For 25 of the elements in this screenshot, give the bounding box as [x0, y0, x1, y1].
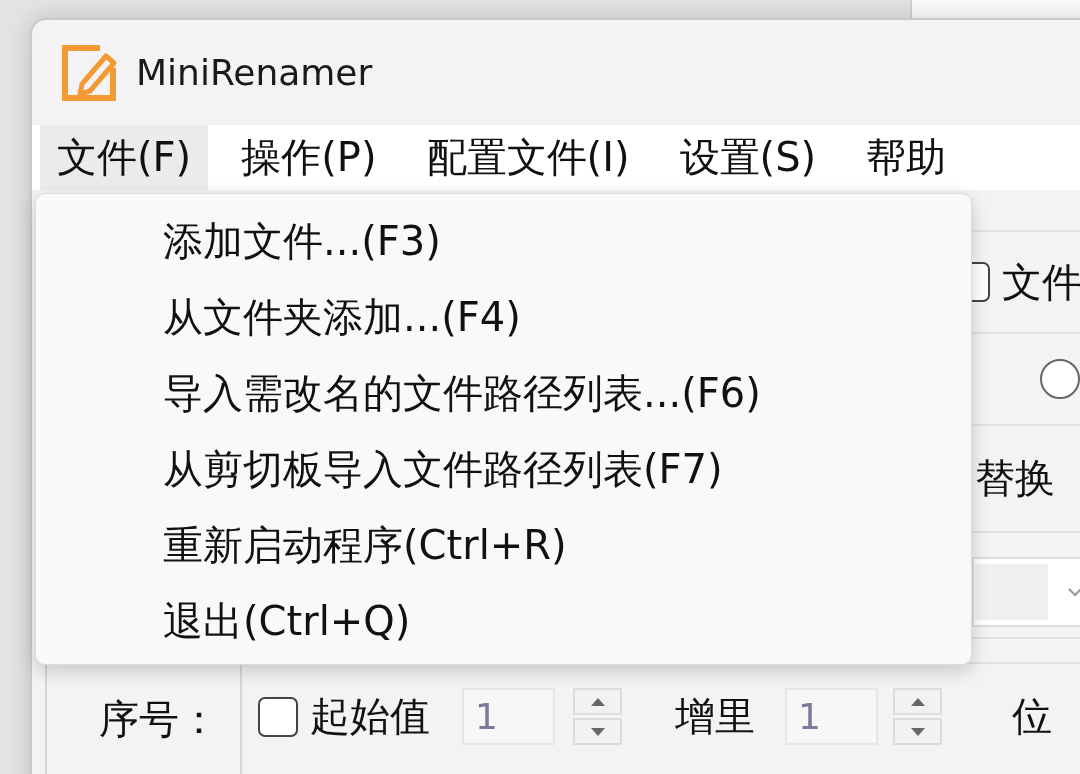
- digits-label: 位: [1012, 692, 1052, 741]
- spin-up-button[interactable]: [893, 688, 942, 715]
- chevron-down-icon: [1068, 587, 1080, 597]
- menu-bar-item[interactable]: 文件(F): [40, 125, 209, 190]
- triangle-up-icon: [590, 697, 605, 706]
- pencil-square-icon: [60, 43, 118, 102]
- menu-item[interactable]: 从剪切板导入文件路径列表(F7): [42, 431, 965, 507]
- menu-item[interactable]: 从文件夹添加...(F4): [42, 279, 965, 355]
- radio-button[interactable]: [1040, 359, 1080, 399]
- checkbox-label: 文件: [1002, 257, 1080, 307]
- spin-up-button[interactable]: [573, 688, 622, 715]
- spin-down-button[interactable]: [573, 718, 622, 745]
- menu-item[interactable]: 重新启动程序(Ctrl+R): [42, 507, 965, 583]
- triangle-up-icon: [910, 697, 925, 706]
- sequence-label: 序号：: [98, 695, 219, 744]
- window-title: MiniRenamer: [136, 52, 373, 93]
- menu-item[interactable]: 导入需改名的文件路径列表...(F6): [42, 355, 965, 431]
- checkbox-label: 起始值: [310, 692, 430, 741]
- replace-label: 替换: [975, 454, 1055, 503]
- spin-down-button[interactable]: [893, 718, 942, 745]
- menu-item[interactable]: 退出(Ctrl+Q): [42, 583, 965, 659]
- increment-label: 增里: [675, 692, 755, 741]
- menu-item[interactable]: 添加文件...(F3): [42, 203, 965, 279]
- triangle-down-icon: [590, 727, 605, 736]
- triangle-down-icon: [910, 727, 925, 736]
